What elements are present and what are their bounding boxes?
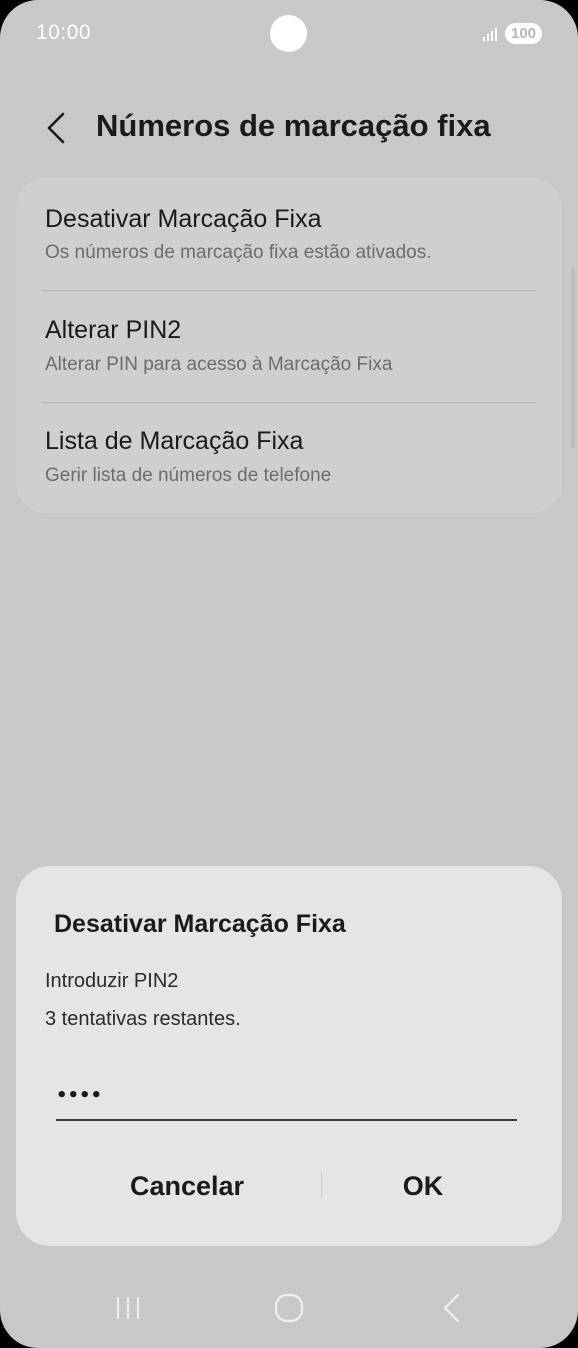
recent-apps-icon[interactable] xyxy=(110,1290,146,1326)
dialog-attempts: 3 tentativas restantes. xyxy=(45,1008,241,1030)
pin2-input[interactable] xyxy=(56,1071,517,1121)
settings-item-subtitle: Os números de marcação fixa estão ativad… xyxy=(45,242,432,263)
button-separator xyxy=(321,1172,322,1198)
settings-item-title: Alterar PIN2 xyxy=(45,316,182,344)
phone-screen: 10:00 100 Números de marcação fixa Desat… xyxy=(0,0,578,1348)
page-title: Números de marcação fixa xyxy=(96,108,491,143)
settings-item-title: Desativar Marcação Fixa xyxy=(45,205,322,233)
home-icon[interactable] xyxy=(271,1290,307,1326)
signal-icon xyxy=(483,28,497,41)
settings-item-subtitle: Alterar PIN para acesso à Marcação Fixa xyxy=(45,354,393,375)
chevron-left-icon[interactable] xyxy=(38,108,78,148)
settings-item-fdn-list[interactable]: Lista de Marcação Fixa Gerir lista de nú… xyxy=(16,403,562,513)
camera-cutout xyxy=(270,15,307,52)
dialog-prompt: Introduzir PIN2 xyxy=(45,970,179,992)
status-time: 10:00 xyxy=(36,21,92,44)
settings-item-change-pin2[interactable]: Alterar PIN2 Alterar PIN para acesso à M… xyxy=(16,291,562,401)
settings-item-title: Lista de Marcação Fixa xyxy=(45,427,304,455)
settings-item-disable-fdn[interactable]: Desativar Marcação Fixa Os números de ma… xyxy=(16,178,562,288)
settings-item-subtitle: Gerir lista de números de telefone xyxy=(45,465,332,486)
battery-indicator: 100 xyxy=(505,23,542,44)
settings-card: Desativar Marcação Fixa Os números de ma… xyxy=(16,178,562,513)
dialog-title: Desativar Marcação Fixa xyxy=(54,910,346,938)
cancel-button[interactable]: Cancelar xyxy=(76,1158,298,1214)
pin-dialog: Desativar Marcação Fixa Introduzir PIN2 … xyxy=(16,866,562,1246)
back-icon[interactable] xyxy=(434,1290,470,1326)
ok-button[interactable]: OK xyxy=(324,1158,522,1214)
scroll-handle[interactable] xyxy=(571,268,575,448)
